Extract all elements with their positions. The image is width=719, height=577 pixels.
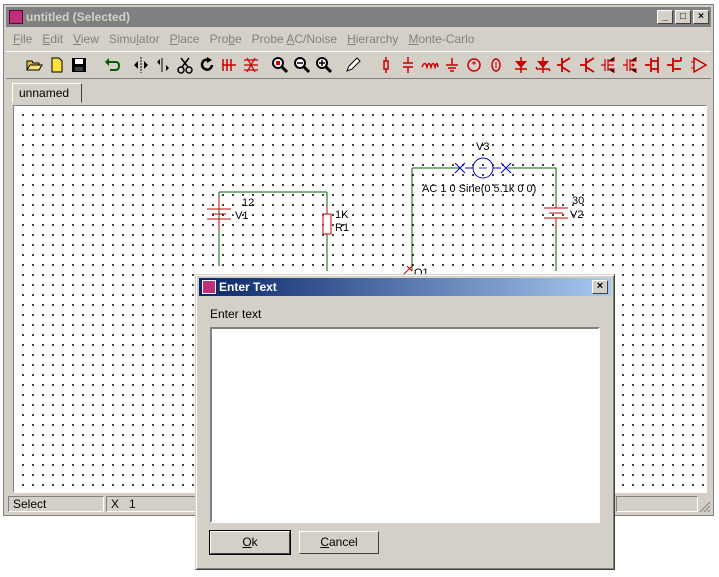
wire-left-loop	[218, 191, 328, 271]
battery-v1-icon	[207, 198, 231, 230]
transistor-q1-icon	[403, 265, 413, 275]
app-icon	[9, 10, 23, 24]
zoom-fit-icon[interactable]	[270, 55, 290, 75]
save-icon[interactable]	[69, 55, 89, 75]
cut-icon[interactable]	[175, 55, 195, 75]
v1-name: V1	[235, 210, 248, 222]
dialog-app-icon	[202, 280, 216, 294]
ground-icon[interactable]	[442, 55, 462, 75]
npn-icon[interactable]	[555, 55, 575, 75]
resize-grip-icon[interactable]	[699, 501, 711, 513]
pjfet-icon[interactable]	[665, 55, 685, 75]
ac-source-v3-icon	[454, 157, 512, 179]
status-extra	[616, 496, 698, 512]
mirror-icon[interactable]	[131, 55, 151, 75]
diode-icon[interactable]	[511, 55, 531, 75]
new-icon[interactable]	[47, 55, 67, 75]
rotate-icon[interactable]	[197, 55, 217, 75]
v2-value: 30	[572, 195, 584, 207]
voltage-source-icon[interactable]	[464, 55, 484, 75]
pnp-icon[interactable]	[577, 55, 597, 75]
pencil-icon[interactable]	[343, 55, 363, 75]
enter-text-dialog: Enter Text × Enter text Ok Cancel	[195, 274, 615, 570]
dialog-text-input[interactable]	[210, 327, 600, 523]
status-mode: Select	[8, 496, 104, 512]
dialog-label: Enter text	[210, 307, 262, 321]
menu-edit[interactable]: Edit	[37, 30, 68, 48]
status-x: X 1	[106, 496, 196, 512]
menu-bar: File Edit View Simulator Place Probe Pro…	[8, 30, 479, 48]
menu-probe[interactable]: Probe	[205, 30, 247, 48]
undo-icon[interactable]	[102, 55, 122, 75]
r1-value: 1K	[335, 209, 349, 221]
tab-unnamed[interactable]: unnamed	[12, 83, 82, 103]
flip-icon[interactable]	[153, 55, 173, 75]
menu-file[interactable]: File	[8, 30, 37, 48]
dialog-close-button[interactable]: ×	[592, 280, 608, 294]
minimize-button[interactable]: _	[657, 10, 673, 24]
nmos-icon[interactable]	[599, 55, 619, 75]
bus-icon[interactable]	[241, 55, 261, 75]
njfet-icon[interactable]	[643, 55, 663, 75]
pmos-icon[interactable]	[621, 55, 641, 75]
opamp-icon[interactable]	[689, 55, 709, 75]
cancel-button[interactable]: Cancel	[299, 531, 379, 554]
menu-probe-ac-noise[interactable]: Probe AC/Noise	[247, 30, 342, 48]
menu-view[interactable]: View	[68, 30, 104, 48]
window-titlebar[interactable]: untitled (Selected) _ □ ×	[6, 7, 711, 27]
current-source-icon[interactable]	[486, 55, 506, 75]
maximize-button[interactable]: □	[675, 10, 691, 24]
ok-button[interactable]: Ok	[209, 530, 291, 555]
menu-monte-carlo[interactable]: Monte-Carlo	[403, 30, 479, 48]
capacitor-icon[interactable]	[398, 55, 418, 75]
toolbar	[6, 51, 711, 79]
zoom-in-icon[interactable]	[314, 55, 334, 75]
v1-value: 12	[242, 197, 254, 209]
wire-red-icon[interactable]	[219, 55, 239, 75]
dialog-title: Enter Text	[219, 280, 277, 294]
dialog-titlebar[interactable]: Enter Text ×	[199, 278, 611, 296]
menu-simulator[interactable]: Simulator	[104, 30, 165, 48]
menu-hierarchy[interactable]: Hierarchy	[342, 30, 403, 48]
zener-icon[interactable]	[533, 55, 553, 75]
inductor-icon[interactable]	[420, 55, 440, 75]
window-title: untitled (Selected)	[26, 10, 131, 24]
menu-place[interactable]: Place	[165, 30, 205, 48]
v3-value: AC 1 0 Sine(0 5.1k 0 0)	[422, 183, 536, 195]
v3-name: V3	[476, 141, 489, 153]
open-icon[interactable]	[24, 55, 44, 75]
v2-name: V2	[570, 209, 583, 221]
resistor-r1-icon	[322, 213, 332, 235]
battery-v2-icon	[544, 204, 568, 228]
resistor-icon[interactable]	[376, 55, 396, 75]
r1-name: R1	[335, 222, 349, 234]
close-button[interactable]: ×	[693, 10, 709, 24]
zoom-out-icon[interactable]	[292, 55, 312, 75]
